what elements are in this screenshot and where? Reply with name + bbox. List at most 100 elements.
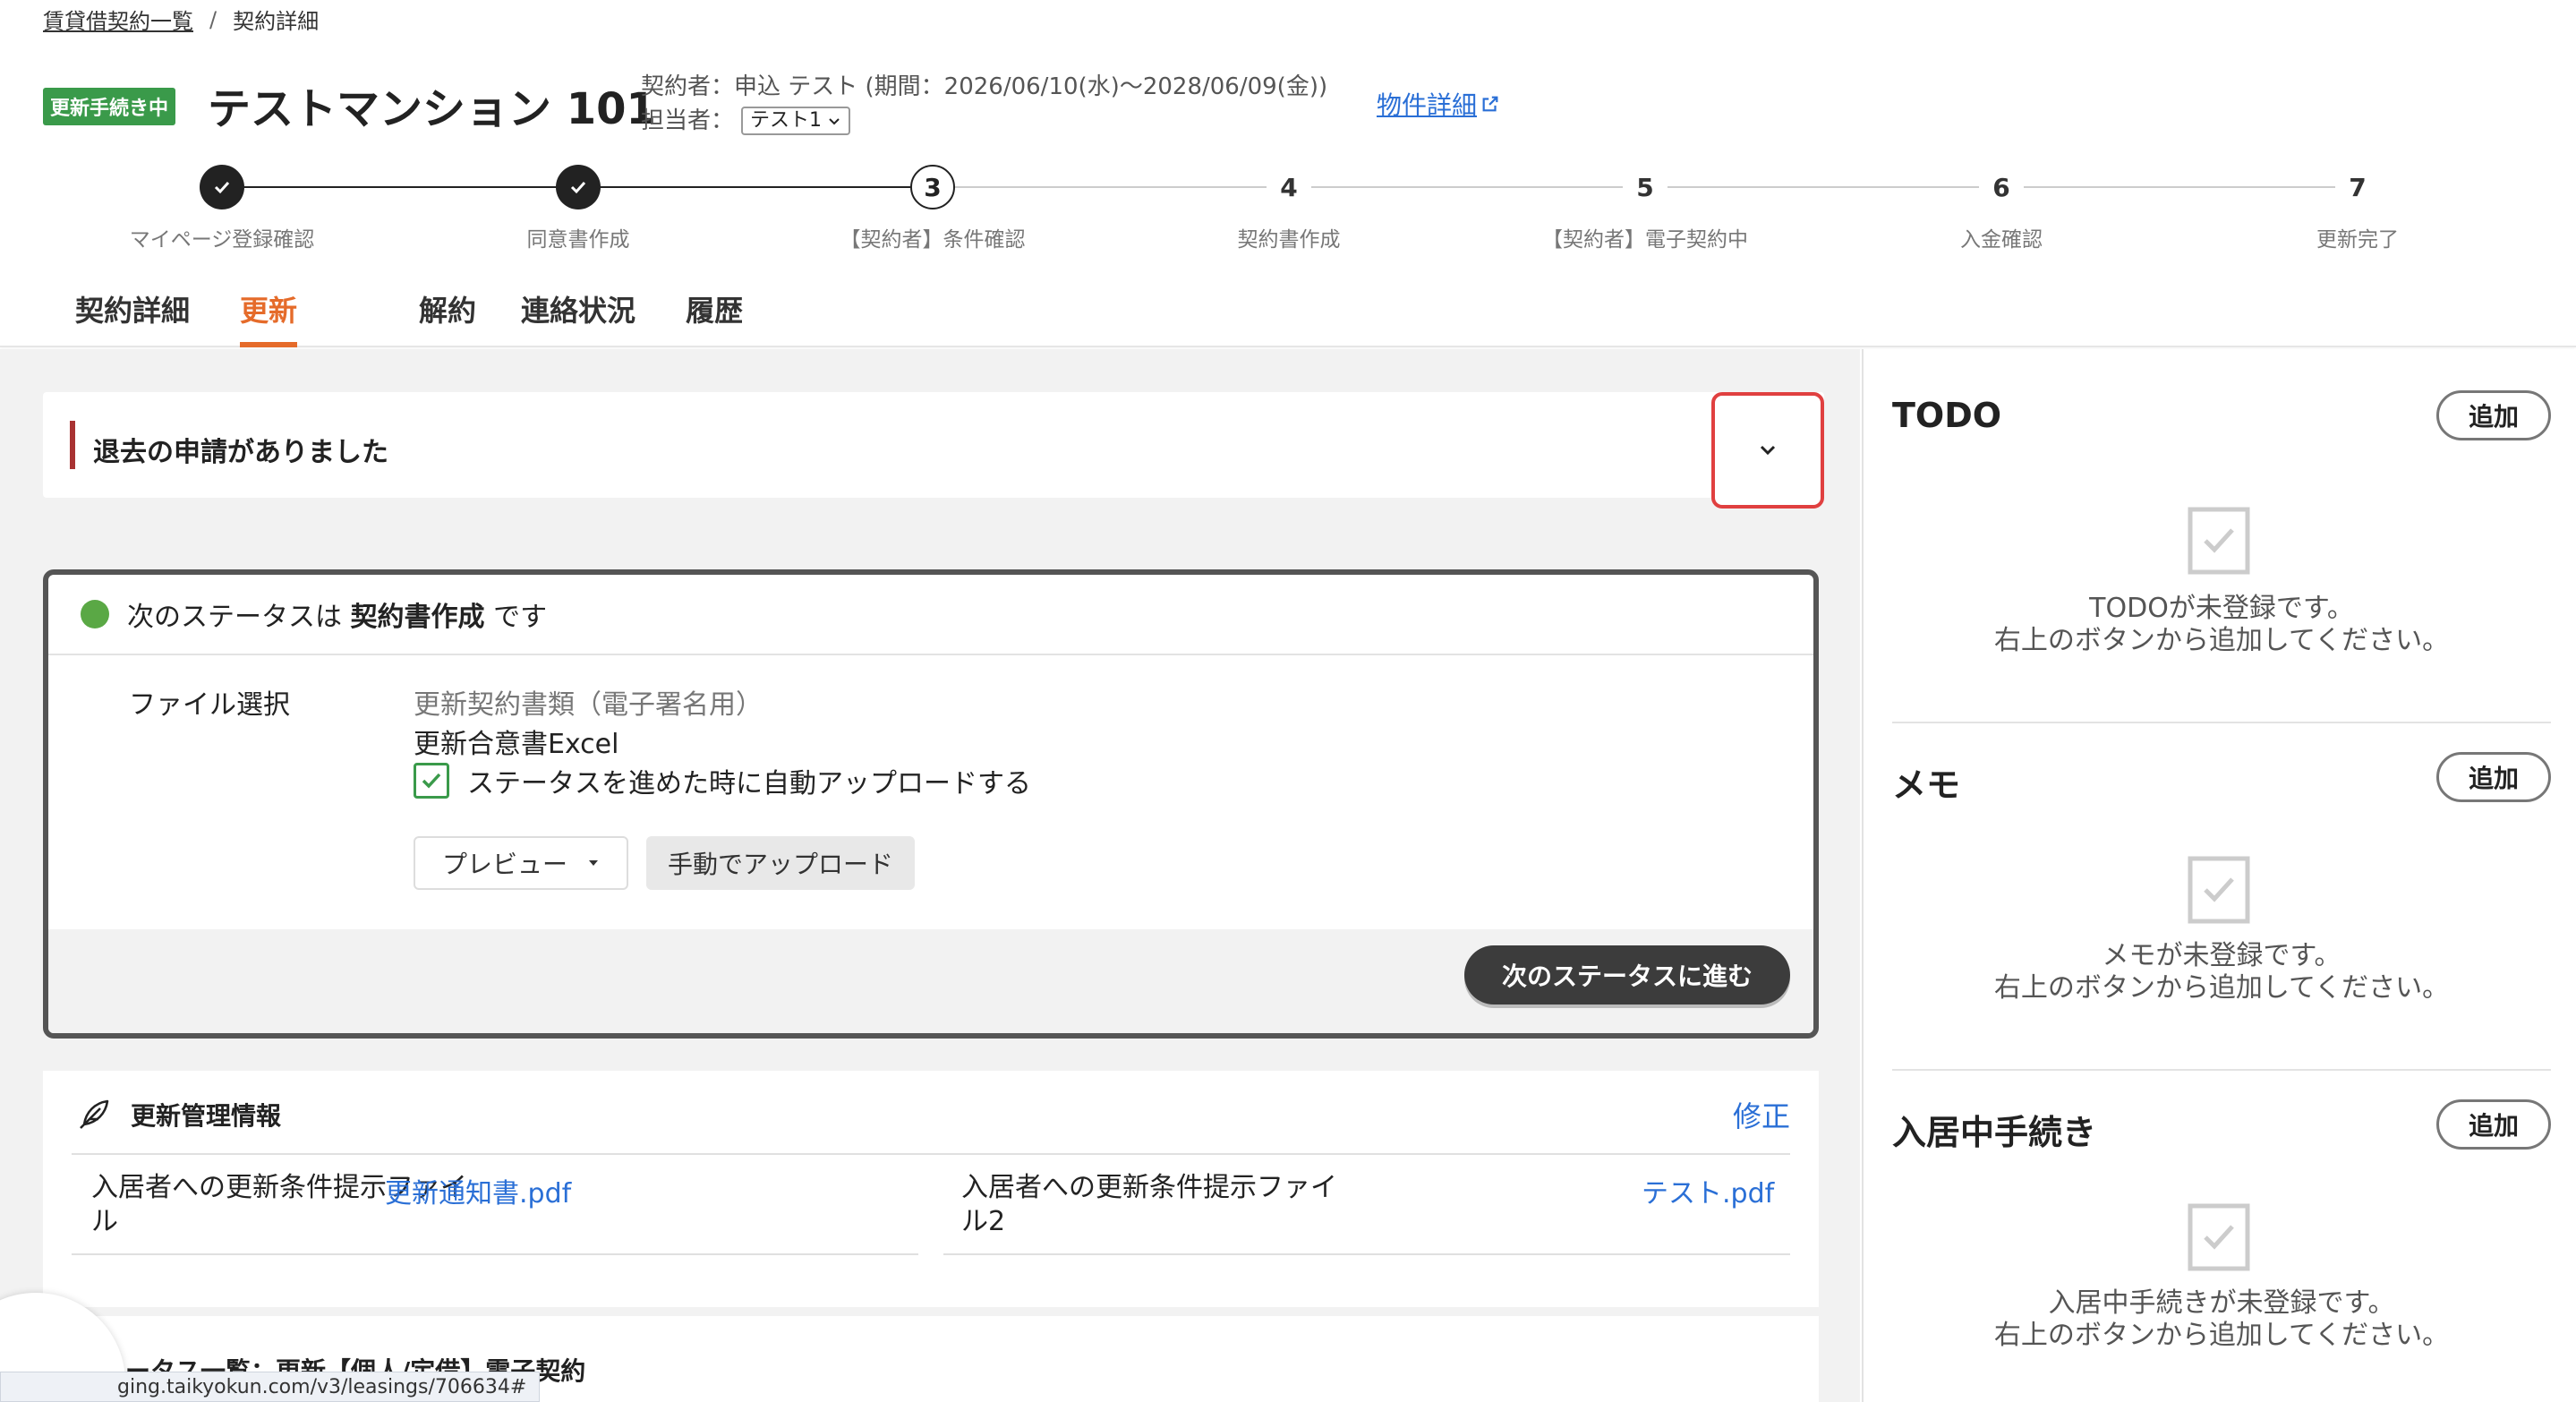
todo-title: TODO — [1892, 396, 2002, 435]
status-dot-icon — [81, 600, 109, 628]
renewal-file-label-2: 入居者への更新条件提示ファイ ル2 — [961, 1171, 1337, 1239]
preview-button[interactable]: プレビュー — [414, 836, 628, 890]
step-number: 7 — [2335, 165, 2380, 209]
step-7: 7 更新完了 — [2179, 161, 2537, 252]
memo-empty-message: メモが未登録です。 右上のボタンから追加してください。 — [1892, 940, 2551, 1004]
link-url-tooltip: ging.taikyokun.com/v3/leasings/706634# — [0, 1372, 541, 1402]
auto-upload-checkbox[interactable] — [414, 763, 449, 799]
step-check-icon — [200, 165, 244, 209]
tab-renewal[interactable]: 更新 — [215, 288, 322, 347]
step-2: 同意書作成 — [399, 161, 757, 252]
property-detail-label: 物件詳細 — [1377, 90, 1478, 120]
file-name-text: 更新合意書Excel — [414, 729, 619, 760]
step-1: マイページ登録確認 — [43, 161, 401, 252]
divider — [72, 1153, 1790, 1155]
renewal-info-title: 更新管理情報 — [131, 1101, 282, 1131]
procedures-add-button[interactable]: 追加 — [2436, 1099, 2551, 1150]
label-line: 入居者への更新条件提示ファイ — [961, 1172, 1337, 1203]
memo-section: メモ 追加 メモが未登録です。 右上のボタンから追加してください。 — [1892, 752, 2551, 1062]
contract-info: 契約者：申込 テスト (期間：2026/06/10(水)〜2028/06/09(… — [641, 70, 1327, 138]
renewal-info-header: 更新管理情報 — [73, 1094, 281, 1135]
step-label: 入金確認 — [1960, 228, 2043, 252]
step-number: 4 — [1267, 165, 1311, 209]
divider — [72, 1253, 918, 1255]
next-status-card: 次のステータスは 契約書作成 です ファイル選択 更新契約書類（電子署名用） 更… — [43, 569, 1819, 1039]
property-detail-link[interactable]: 物件詳細 — [1377, 86, 1500, 122]
next-status-footer: 次のステータスに進む — [48, 929, 1813, 1033]
file-selection-section: ファイル選択 更新契約書類（電子署名用） 更新合意書Excel ステータスを進め… — [48, 655, 1813, 929]
step-6: 6 入金確認 — [1822, 161, 2180, 252]
empty-line: 右上のボタンから追加してください。 — [1993, 625, 2450, 656]
auto-upload-option[interactable]: ステータスを進めた時に自動アップロードする — [414, 761, 1031, 800]
breadcrumb-root-link[interactable]: 賃貸借契約一覧 — [43, 4, 193, 35]
procedures-section: 入居中手続き 追加 入居中手続きが未登録です。 右上のボタンから追加してください… — [1892, 1099, 2551, 1400]
status-badge: 更新手続き中 — [43, 88, 176, 125]
memo-add-button[interactable]: 追加 — [2436, 752, 2551, 802]
step-label: 【契約者】条件確認 — [840, 228, 1026, 252]
step-label: 契約書作成 — [1237, 228, 1341, 252]
step-check-icon — [556, 165, 601, 209]
page-header: 賃貸借契約一覧 / 契約詳細 更新手続き中 テストマンション 101 契約者：申… — [0, 0, 2576, 347]
move-out-alert: 退去の申請がありました — [43, 392, 1824, 498]
empty-line: 右上のボタンから追加してください。 — [1993, 1320, 2450, 1351]
feather-pen-icon — [80, 1099, 109, 1129]
step-number: 3 — [910, 165, 955, 209]
alert-accent-bar — [70, 421, 75, 469]
external-link-icon — [1482, 96, 1498, 112]
chevron-down-icon — [829, 118, 840, 125]
next-status-prefix: 次のステータスは — [127, 602, 342, 633]
alert-text: 退去の申請がありました — [93, 437, 388, 468]
tab-contract-detail[interactable]: 契約詳細 — [50, 288, 215, 347]
step-4: 4 契約書作成 — [1110, 161, 1468, 252]
advance-status-button[interactable]: 次のステータスに進む — [1464, 945, 1790, 1004]
next-status-value: 契約書作成 — [350, 602, 485, 633]
check-icon — [422, 773, 441, 789]
breadcrumb-current: 契約詳細 — [233, 9, 320, 34]
tab-history[interactable]: 履歴 — [661, 288, 768, 347]
next-status-suffix: です — [493, 602, 548, 633]
step-label: 更新完了 — [2316, 228, 2399, 252]
tab-bar: 契約詳細 更新 解約 連絡状況 履歴 — [50, 288, 768, 347]
page-title: テストマンション 101 — [208, 84, 656, 134]
assignee-select[interactable]: テスト1 — [741, 107, 851, 135]
side-panel: TODO 追加 TODOが未登録です。 右上のボタンから追加してください。 メモ… — [1862, 349, 2576, 1402]
assignee-label: 担当者： — [641, 107, 735, 134]
step-label: 同意書作成 — [526, 228, 630, 252]
step-label: マイページ登録確認 — [129, 228, 315, 252]
contract-period: 契約者：申込 テスト (期間：2026/06/10(水)〜2028/06/09(… — [641, 73, 1328, 100]
breadcrumb: 賃貸借契約一覧 / 契約詳細 — [43, 4, 319, 35]
empty-checkbox-icon — [2188, 507, 2250, 575]
step-3: 3 【契約者】条件確認 — [754, 161, 1112, 252]
chevron-down-icon — [1760, 445, 1776, 456]
divider — [943, 1253, 1790, 1255]
next-status-header: 次のステータスは 契約書作成 です — [48, 575, 1813, 655]
divider — [1892, 722, 2551, 723]
file-type-text: 更新契約書類（電子署名用） — [414, 689, 763, 721]
breadcrumb-separator: / — [209, 6, 218, 32]
divider — [1892, 1069, 2551, 1071]
manual-upload-button[interactable]: 手動でアップロード — [646, 836, 915, 890]
auto-upload-label: ステータスを進めた時に自動アップロードする — [467, 768, 1031, 799]
empty-line: メモが未登録です。 — [2102, 940, 2341, 971]
procedures-title: 入居中手続き — [1892, 1113, 2097, 1152]
procedures-empty-message: 入居中手続きが未登録です。 右上のボタンから追加してください。 — [1892, 1287, 2551, 1352]
preview-button-label: プレビュー — [441, 850, 567, 879]
renewal-info-edit-link[interactable]: 修正 — [1733, 1094, 1790, 1135]
todo-empty-message: TODOが未登録です。 右上のボタンから追加してください。 — [1892, 593, 2551, 657]
empty-line: 右上のボタンから追加してください。 — [1993, 972, 2450, 1004]
todo-add-button[interactable]: 追加 — [2436, 390, 2551, 440]
renewal-file-link-2[interactable]: テスト.pdf — [1642, 1171, 1774, 1210]
empty-checkbox-icon — [2188, 856, 2250, 924]
step-5: 5 【契約者】電子契約中 — [1466, 161, 1824, 252]
assignee-value: テスト1 — [750, 109, 823, 132]
expand-alert-button[interactable] — [1711, 392, 1824, 509]
main-content: 退去の申請がありました 次のステータスは 契約書作成 です ファイル選択 更新契… — [0, 349, 1860, 1402]
step-number: 5 — [1623, 165, 1668, 209]
todo-section: TODO 追加 TODOが未登録です。 右上のボタンから追加してください。 — [1892, 390, 2551, 700]
file-select-label: ファイル選択 — [129, 689, 290, 721]
step-label: 【契約者】電子契約中 — [1542, 228, 1748, 252]
tab-cancellation[interactable]: 解約 — [394, 288, 501, 347]
renewal-file-link-1[interactable]: 更新通知書.pdf — [385, 1171, 571, 1210]
tab-contact-status[interactable]: 連絡状況 — [496, 288, 661, 347]
memo-title: メモ — [1892, 765, 1961, 805]
